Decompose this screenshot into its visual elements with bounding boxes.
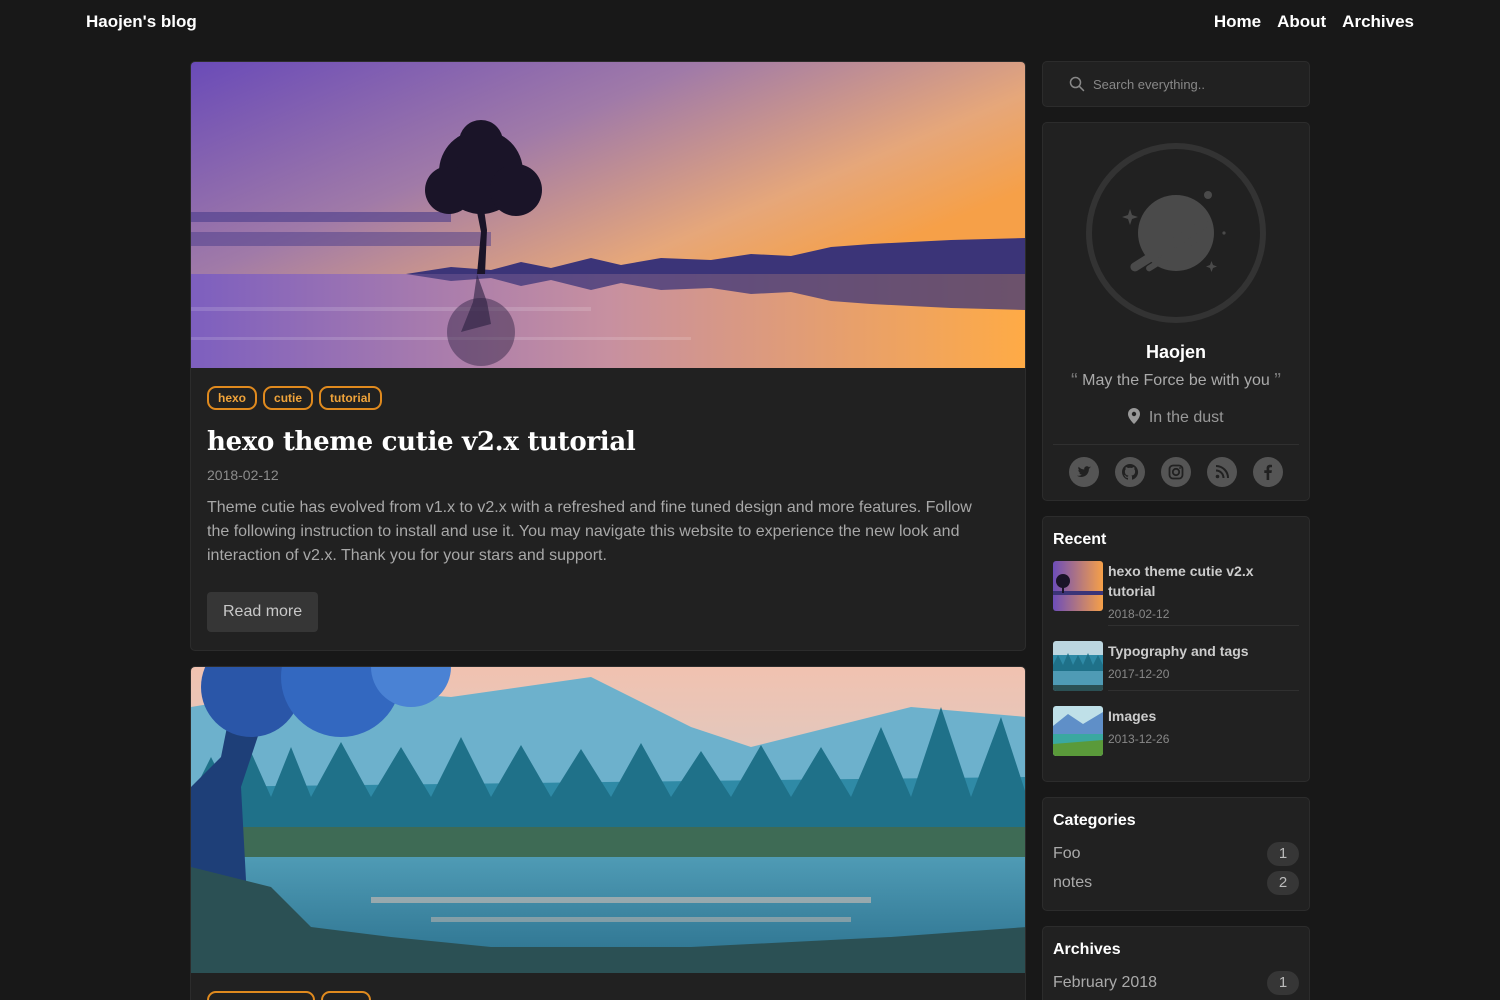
instagram-icon[interactable] [1161, 457, 1191, 487]
archive-item[interactable]: February 2018 1 [1053, 971, 1299, 995]
search-box [1042, 61, 1310, 107]
recent-post-item[interactable]: Images 2013-12-26 [1053, 706, 1299, 756]
tag-link[interactable]: cutie [263, 386, 314, 410]
profile-name: Haojen [1145, 342, 1206, 362]
recent-divider [1108, 690, 1299, 691]
recent-post-item[interactable]: Typography and tags 2017-12-20 [1053, 641, 1299, 691]
category-count-badge: 1 [1267, 842, 1299, 866]
site-brand-link[interactable]: Haojen's blog [86, 12, 197, 32]
recent-post-date: 2017-12-20 [1108, 667, 1170, 681]
post-card: hexo cutie tutorial hexo theme cutie v2.… [190, 61, 1026, 651]
search-icon [1069, 76, 1085, 92]
rss-icon[interactable] [1207, 457, 1237, 487]
recent-post-date: 2018-02-12 [1108, 607, 1170, 621]
recent-post-title[interactable]: Typography and tags [1108, 641, 1298, 661]
close-quote-icon: ” [1274, 370, 1281, 392]
recent-post-thumbnail[interactable] [1053, 706, 1103, 756]
recent-post-title[interactable]: Images [1108, 706, 1298, 726]
recent-post-item[interactable]: hexo theme cutie v2.x tutorial 2018-02-1… [1053, 561, 1299, 621]
profile-divider [1053, 444, 1299, 445]
recent-posts-widget: Recent hexo theme cutie v2.x tutorial 20… [1042, 516, 1310, 782]
recent-post-thumbnail[interactable] [1053, 641, 1103, 691]
archive-month[interactable]: February 2018 [1053, 974, 1157, 992]
open-quote-icon: “ [1071, 370, 1078, 392]
nav-about-link[interactable]: About [1277, 12, 1326, 32]
post-cover-image[interactable] [191, 62, 1026, 368]
post-body: hexo cutie tutorial hexo theme cutie v2.… [191, 368, 1025, 650]
post-tags [207, 991, 1009, 1000]
category-count-badge: 2 [1267, 871, 1299, 895]
post-excerpt: Theme cutie has evolved from v1.x to v2.… [207, 499, 972, 564]
archive-count-badge: 1 [1267, 971, 1299, 995]
profile-location: In the dust [1148, 409, 1224, 426]
recent-title: Recent [1053, 531, 1107, 548]
social-links [1069, 457, 1283, 487]
main-nav: Home About Archives [1214, 12, 1414, 32]
recent-post-date: 2013-12-26 [1108, 732, 1170, 746]
recent-post-thumbnail[interactable] [1053, 561, 1103, 611]
recent-post-title[interactable]: hexo theme cutie v2.x tutorial [1108, 561, 1298, 601]
categories-widget: Categories Foo 1 notes 2 [1042, 797, 1310, 911]
post-cover-image[interactable] [191, 667, 1026, 973]
nav-home-link[interactable]: Home [1214, 12, 1261, 32]
github-icon[interactable] [1115, 457, 1145, 487]
category-name[interactable]: Foo [1053, 845, 1081, 863]
profile-motto-container: “ May the Force be with you ” [1043, 370, 1309, 393]
post-title[interactable]: hexo theme cutie v2.x tutorial [207, 427, 1009, 457]
profile-card: Haojen “ May the Force be with you ” In … [1042, 122, 1310, 501]
profile-location-container: In the dust [1043, 408, 1309, 427]
post-body [191, 973, 1025, 1000]
archives-title: Archives [1053, 941, 1121, 958]
archives-widget: Archives February 2018 1 [1042, 926, 1310, 1000]
tag-link[interactable]: tutorial [319, 386, 382, 410]
post-card [190, 666, 1026, 1000]
tag-link[interactable] [321, 991, 371, 1000]
category-item[interactable]: Foo 1 [1053, 842, 1299, 866]
profile-motto: May the Force be with you [1082, 372, 1270, 389]
tag-link[interactable] [207, 991, 315, 1000]
twitter-icon[interactable] [1069, 457, 1099, 487]
categories-title: Categories [1053, 812, 1136, 829]
facebook-icon[interactable] [1253, 457, 1283, 487]
map-pin-icon [1128, 408, 1141, 424]
tag-link[interactable]: hexo [207, 386, 258, 410]
post-tags: hexo cutie tutorial [207, 386, 1009, 410]
category-name[interactable]: notes [1053, 874, 1092, 892]
category-item[interactable]: notes 2 [1053, 871, 1299, 895]
nav-archives-link[interactable]: Archives [1342, 12, 1414, 32]
search-input[interactable] [1093, 76, 1293, 92]
read-more-button[interactable]: Read more [207, 592, 319, 632]
avatar [1086, 143, 1266, 323]
post-date: 2018-02-12 [207, 467, 279, 483]
recent-divider [1108, 625, 1299, 626]
top-navbar: Haojen's blog Home About Archives [0, 0, 1500, 44]
